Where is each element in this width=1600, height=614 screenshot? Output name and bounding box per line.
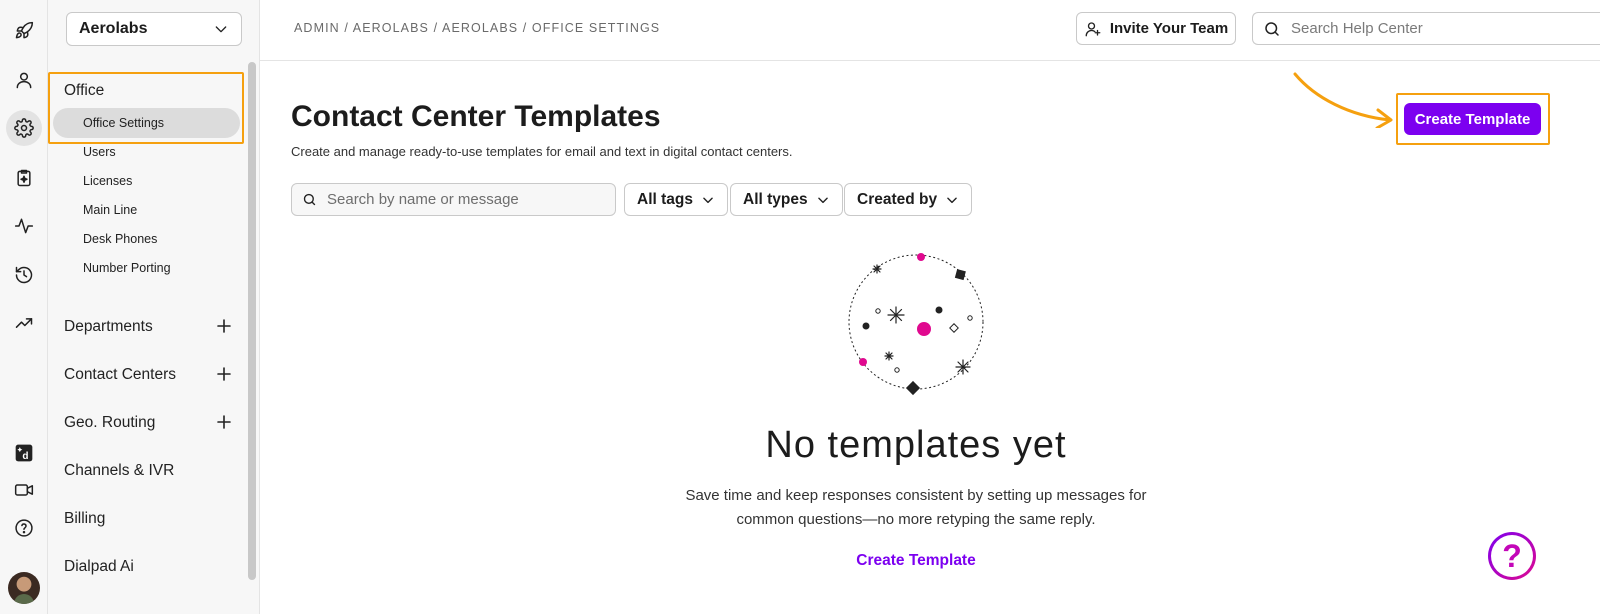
invite-team-button[interactable]: Invite Your Team [1076,12,1236,45]
sidebar-item-number-porting[interactable]: Number Porting [83,261,171,275]
question-icon: ? [1491,535,1533,577]
filter-tags-dropdown[interactable]: All tags [624,183,728,216]
org-name: Aerolabs [79,20,148,37]
sidebar-section-contact-centers[interactable]: Contact Centers [64,366,176,384]
help-circle-icon[interactable] [8,512,40,544]
activity-icon[interactable] [8,210,40,242]
sidebar-scrollbar[interactable] [248,62,256,580]
sidebar-item-office-settings[interactable]: Office Settings [53,108,240,138]
add-user-icon [1085,21,1101,36]
org-selector[interactable]: Aerolabs [66,12,242,46]
empty-state-title: No templates yet [765,424,1067,466]
chevron-down-icon [947,197,957,203]
empty-state-description: Save time and keep responses consistent … [685,487,1147,528]
sidebar-section-dialpad-ai[interactable]: Dialpad Ai [64,558,134,576]
help-search[interactable] [1252,12,1600,45]
chevron-down-icon [817,197,828,203]
person-icon[interactable] [8,64,40,96]
sidebar-item-desk-phones[interactable]: Desk Phones [83,232,157,246]
filter-types-label: All types [743,190,808,208]
top-header: ADMIN / AEROLABS / AEROLABS / OFFICE SET… [260,0,1600,61]
filter-created-by-dropdown[interactable]: Created by [844,183,973,216]
sidebar-section-channels-ivr[interactable]: Channels & IVR [64,462,174,480]
main-content: Create Template Contact Center Templates… [260,62,1600,614]
avatar[interactable] [8,572,40,604]
page-subtitle: Create and manage ready-to-use templates… [291,144,793,159]
template-search[interactable] [291,183,616,216]
dialpad-logo-icon[interactable]: d [8,437,40,469]
help-fab-button[interactable]: ? [1488,532,1536,580]
gear-icon[interactable] [6,110,42,146]
filter-types-dropdown[interactable]: All types [730,183,843,216]
rocket-icon[interactable] [8,15,40,47]
svg-text:d: d [22,451,28,462]
plus-icon[interactable] [216,414,232,430]
icon-rail: d [0,0,48,614]
empty-state-create-link[interactable]: Create Template [260,552,1572,570]
annotation-arrow [1293,72,1393,128]
plus-icon[interactable] [216,366,232,382]
sidebar-item-main-line[interactable]: Main Line [83,203,137,217]
video-icon[interactable] [8,474,40,506]
trending-up-icon[interactable] [8,307,40,339]
filter-created-by-label: Created by [857,190,938,208]
sidebar-item-users[interactable]: Users [83,145,116,159]
plus-icon[interactable] [216,318,232,334]
breadcrumb: ADMIN / AEROLABS / AEROLABS / OFFICE SET… [294,21,661,35]
empty-state-illustration [848,253,984,396]
search-icon [1265,21,1279,36]
history-icon[interactable] [8,259,40,291]
page-title: Contact Center Templates [291,100,661,133]
create-template-button[interactable]: Create Template [1404,103,1541,135]
template-search-input[interactable] [327,191,607,208]
sidebar-section-office[interactable]: Office [64,82,104,100]
admin-sidebar: Aerolabs Office Office Settings Users Li… [48,0,260,614]
search-icon [303,193,316,206]
sidebar-section-departments[interactable]: Departments [64,318,153,336]
clipboard-sparkle-icon[interactable] [8,162,40,194]
sidebar-section-billing[interactable]: Billing [64,510,105,528]
invite-team-label: Invite Your Team [1109,20,1229,37]
filter-tags-label: All tags [637,190,693,208]
help-search-input[interactable] [1291,20,1571,37]
sidebar-item-licenses[interactable]: Licenses [83,174,132,188]
chevron-down-icon [703,197,713,203]
chevron-down-icon [215,26,227,33]
sidebar-section-geo-routing[interactable]: Geo. Routing [64,414,155,432]
